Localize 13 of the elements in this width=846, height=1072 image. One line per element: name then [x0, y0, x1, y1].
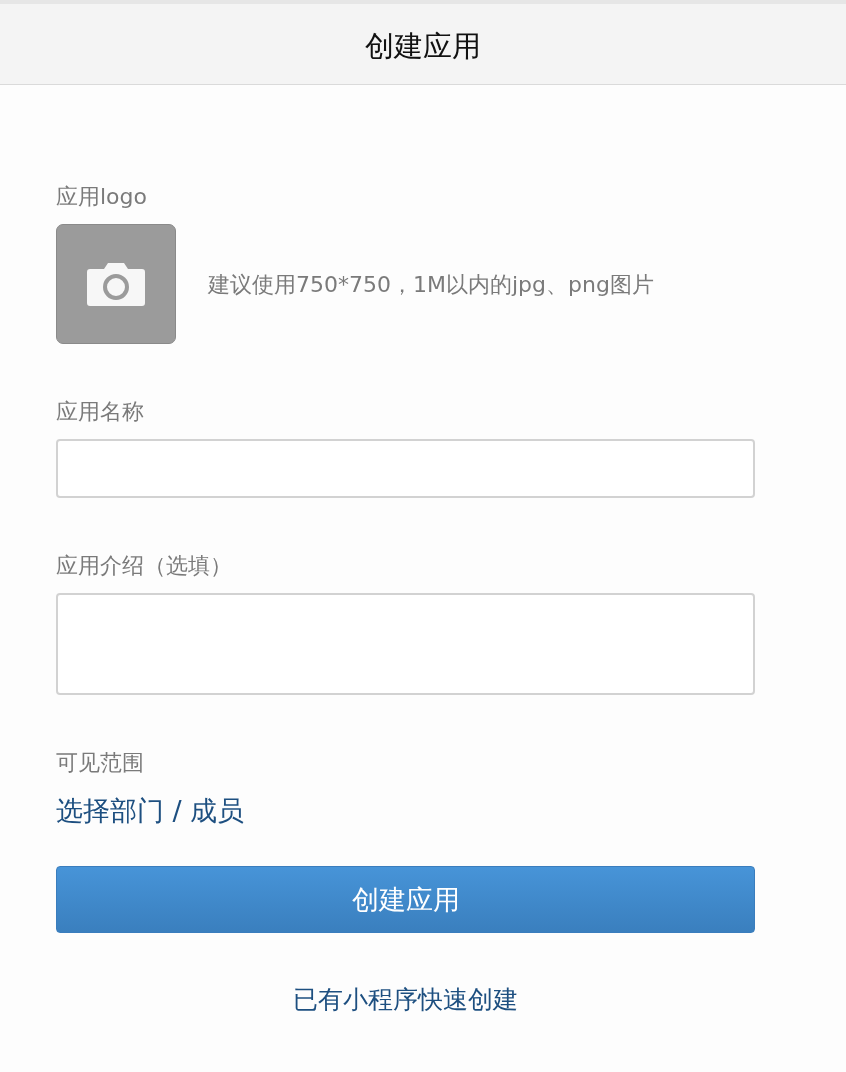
text-input-field[interactable]	[56, 439, 755, 498]
field-label: 应用名称	[56, 398, 144, 426]
page-title: 创建应用	[365, 28, 481, 64]
quick-create-link[interactable]: 已有小程序快速创建	[293, 984, 518, 1016]
field-label: 可见范围	[56, 749, 144, 777]
upload-logo-button[interactable]	[56, 224, 176, 344]
field-label: 应用介绍（选填）	[56, 552, 232, 580]
select-members-link[interactable]: 选择部门 / 成员	[56, 794, 245, 828]
field-label: 应用logo	[56, 183, 147, 211]
camera-icon	[87, 262, 145, 306]
text-area-field[interactable]	[56, 593, 755, 695]
create-app-button[interactable]: 创建应用	[56, 866, 755, 933]
upload-hint: 建议使用750*750，1M以内的jpg、png图片	[208, 271, 654, 299]
